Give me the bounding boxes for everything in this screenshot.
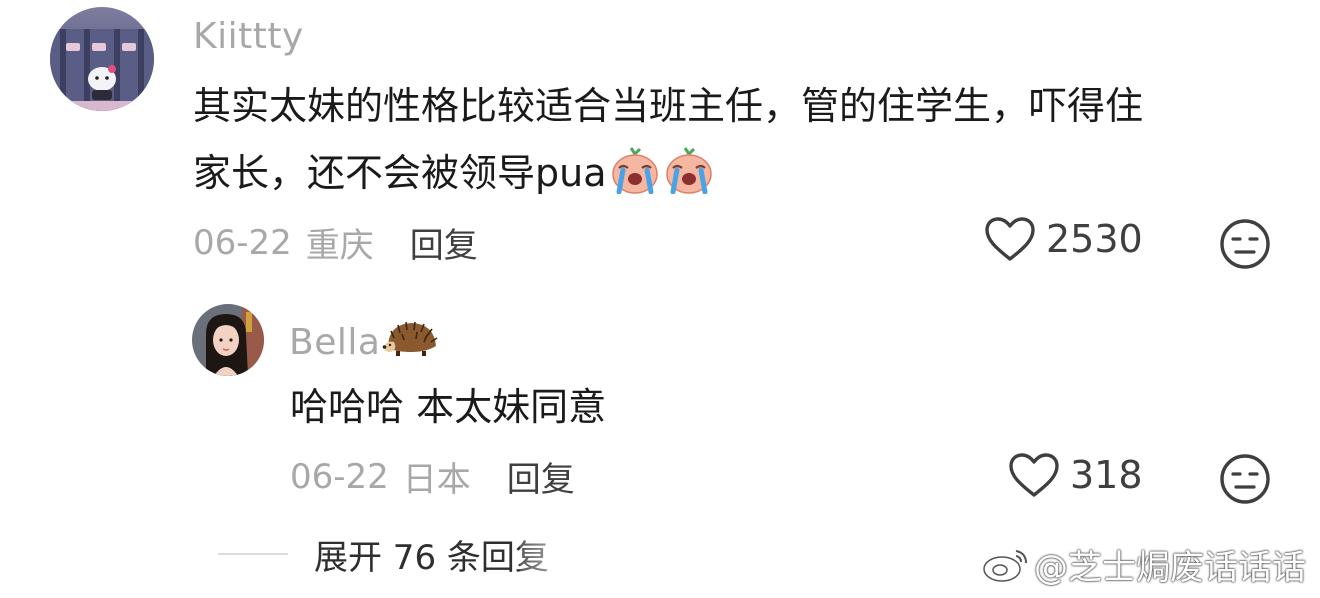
reply-button[interactable]: 回复 <box>507 452 575 501</box>
comment-text-line: 家长，还不会被领导pua <box>193 151 607 195</box>
reply-location: 日本 <box>402 460 471 500</box>
dislike-button[interactable] <box>1219 218 1271 274</box>
username[interactable]: Bella <box>289 322 380 363</box>
comment-date: 06-22 <box>193 222 292 263</box>
divider <box>218 553 288 555</box>
reply-date: 06-22 <box>290 456 389 497</box>
comment-meta: 06-22 重庆 回复 <box>193 218 478 267</box>
comment-thread: Kiittty 其实太妹的性格比较适合当班主任，管的住学生，吓得住 家长，还不会… <box>0 0 1320 598</box>
dislike-button[interactable] <box>1219 453 1271 509</box>
reply-text: 哈哈哈 本太妹同意 <box>290 385 607 429</box>
like-count: 318 <box>1070 453 1143 497</box>
unamused-face-icon <box>1220 219 1270 269</box>
reply-meta: 06-22 日本 回复 <box>290 452 575 501</box>
comment-text: 其实太妹的性格比较适合当班主任，管的住学生，吓得住 家长，还不会被领导pua <box>193 73 1253 215</box>
weibo-logo-icon <box>983 549 1027 582</box>
crying-face-emoji <box>663 146 715 215</box>
like-count: 2530 <box>1046 217 1143 261</box>
avatar[interactable] <box>192 304 264 376</box>
avatar[interactable] <box>50 7 154 111</box>
username[interactable]: Kiittty <box>193 16 304 57</box>
heart-icon <box>1009 453 1059 497</box>
comment-text-line: 其实太妹的性格比较适合当班主任，管的住学生，吓得住 <box>193 84 1144 128</box>
unamused-face-icon <box>1220 454 1270 504</box>
hedgehog-emoji <box>382 318 440 367</box>
username-row[interactable]: Bella <box>289 318 440 367</box>
fade-overlay <box>520 540 810 588</box>
watermark: @芝士焗废话话话 <box>982 540 1306 589</box>
reply-button[interactable]: 回复 <box>410 218 478 267</box>
like-button[interactable]: 2530 <box>984 216 1143 262</box>
watermark-text: @芝士焗废话话话 <box>1034 548 1306 588</box>
comment-location: 重庆 <box>305 226 374 266</box>
like-button[interactable]: 318 <box>1008 452 1143 498</box>
heart-icon <box>985 217 1035 261</box>
expand-replies-button[interactable]: 展开 76 条回复 <box>314 530 549 579</box>
crying-face-emoji <box>609 146 661 215</box>
